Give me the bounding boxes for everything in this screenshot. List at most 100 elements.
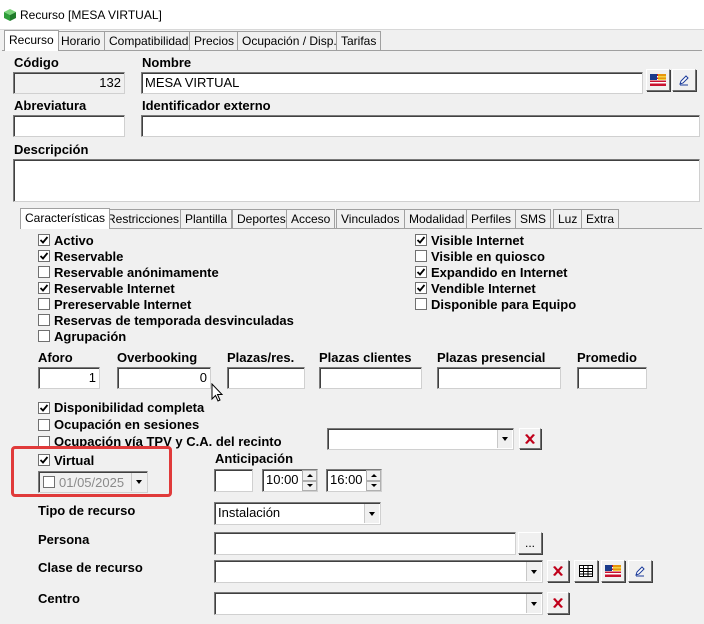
tab-horario[interactable]: Horario <box>56 31 106 51</box>
checkbox-reservable[interactable]: Reservable <box>38 248 398 264</box>
checkbox-label: Prereservable Internet <box>54 296 192 312</box>
checkmark-icon <box>416 236 426 244</box>
date-enable-checkbox[interactable] <box>43 476 55 488</box>
checkbox-box[interactable] <box>38 266 50 278</box>
virtual-date-picker[interactable]: 01/05/2025 <box>38 471 148 493</box>
clear-tpv-button[interactable] <box>519 428 541 449</box>
translate-flag-button-2[interactable] <box>601 560 625 582</box>
centro-select[interactable] <box>214 592 543 615</box>
checkbox-box[interactable] <box>415 234 427 246</box>
clase-recurso-select[interactable] <box>214 560 543 583</box>
translate-flag-button[interactable] <box>646 69 670 91</box>
persona-field[interactable] <box>214 532 516 555</box>
checkbox-box[interactable] <box>415 282 427 294</box>
time-to-spinner[interactable] <box>366 470 381 491</box>
subtab-modalidad[interactable]: Modalidad <box>404 209 470 229</box>
promedio-field[interactable] <box>577 367 647 389</box>
anticipacion-field[interactable] <box>214 469 253 492</box>
codigo-field[interactable]: 132 <box>13 72 125 94</box>
spin-up-icon[interactable] <box>302 470 317 481</box>
tab-recurso[interactable]: Recurso <box>4 30 59 51</box>
checkbox-box[interactable] <box>38 418 50 431</box>
checkbox-box[interactable] <box>38 298 50 310</box>
abreviatura-field[interactable] <box>13 115 125 137</box>
identificador-field[interactable] <box>141 115 700 137</box>
checkbox-agrupacion[interactable]: Agrupación <box>38 328 398 344</box>
time-to-field[interactable]: 16:00 <box>326 469 382 492</box>
edit-pencil-button-2[interactable] <box>628 560 652 582</box>
aforo-field[interactable]: 1 <box>38 367 100 389</box>
clear-clase-button[interactable] <box>547 560 569 582</box>
checkbox-label: Activo <box>54 232 94 248</box>
checkbox-reservable-anonimamente[interactable]: Reservable anónimamente <box>38 264 398 280</box>
persona-browse-button[interactable]: ... <box>518 532 542 554</box>
subtab-label: Perfiles <box>471 212 512 226</box>
plazas-res-field[interactable] <box>227 367 305 389</box>
time-from-spinner[interactable] <box>302 470 317 491</box>
subtab-extra[interactable]: Extra <box>581 209 620 229</box>
checkbox-activo[interactable]: Activo <box>38 232 398 248</box>
checkbox-visible-quiosco[interactable]: Visible en quiosco <box>415 248 695 264</box>
subtab-acceso[interactable]: Acceso <box>286 209 336 229</box>
checkmark-icon <box>39 252 49 260</box>
checkbox-prereservable-internet[interactable]: Prereservable Internet <box>38 296 398 312</box>
checkmark-icon <box>39 456 49 464</box>
centro-label: Centro <box>38 591 80 606</box>
checkbox-virtual[interactable]: Virtual <box>38 452 94 468</box>
checkbox-box[interactable] <box>38 282 50 294</box>
flag-icon <box>650 74 666 86</box>
codigo-label: Código <box>14 55 59 70</box>
checkbox-reservable-internet[interactable]: Reservable Internet <box>38 280 398 296</box>
aforo-label: Aforo <box>38 350 73 365</box>
tpv-recinto-select[interactable] <box>327 428 514 450</box>
descripcion-field[interactable] <box>13 159 700 202</box>
tab-tarifas[interactable]: Tarifas <box>336 31 382 51</box>
tab-label: Ocupación / Disp. <box>242 34 337 48</box>
tab-precios[interactable]: Precios <box>189 31 240 51</box>
subtab-vinculados[interactable]: Vinculados <box>336 209 405 229</box>
chevron-down-icon[interactable] <box>364 504 379 523</box>
subtab-sms[interactable]: SMS <box>515 209 552 229</box>
subtab-perfiles[interactable]: Perfiles <box>466 209 517 229</box>
checkbox-box[interactable] <box>415 250 427 262</box>
checkbox-vendible-internet[interactable]: Vendible Internet <box>415 280 695 296</box>
nombre-field[interactable]: MESA VIRTUAL <box>141 72 643 94</box>
time-from-field[interactable]: 10:00 <box>262 469 318 492</box>
checkbox-box[interactable] <box>38 250 50 262</box>
tipo-recurso-select[interactable]: Instalación <box>214 502 381 525</box>
checkbox-box[interactable] <box>38 401 50 414</box>
tab-compatibilidad[interactable]: Compatibilidad <box>104 31 194 51</box>
checkbox-box[interactable] <box>38 234 50 246</box>
checkbox-ocupacion-sesiones[interactable]: Ocupación en sesiones <box>38 416 338 433</box>
grid-table-button[interactable] <box>574 560 598 582</box>
checkbox-visible-internet[interactable]: Visible Internet <box>415 232 695 248</box>
plazas-clientes-field[interactable] <box>319 367 422 389</box>
calendar-dropdown-icon[interactable] <box>131 473 146 491</box>
chevron-down-icon[interactable] <box>526 562 541 581</box>
checkbox-box[interactable] <box>415 266 427 278</box>
edit-pencil-button[interactable] <box>672 69 696 91</box>
checkbox-box[interactable] <box>38 454 50 466</box>
subtab-plantilla[interactable]: Plantilla <box>180 209 233 229</box>
overbooking-field[interactable]: 0 <box>117 367 211 389</box>
chevron-down-icon[interactable] <box>526 594 541 613</box>
spin-up-icon[interactable] <box>366 470 381 481</box>
checkbox-box[interactable] <box>38 330 50 342</box>
subtab-label: Vinculados <box>341 212 400 226</box>
spin-down-icon[interactable] <box>302 480 317 491</box>
chevron-down-icon[interactable] <box>497 430 512 448</box>
spin-down-icon[interactable] <box>366 480 381 491</box>
checkbox-box[interactable] <box>38 314 50 326</box>
subtab-restricciones[interactable]: Restricciones <box>102 209 185 229</box>
subtab-deportes[interactable]: Deportes <box>232 209 291 229</box>
tab-ocupacion[interactable]: Ocupación / Disp. <box>237 31 342 51</box>
checkbox-reservas-temporada[interactable]: Reservas de temporada desvinculadas <box>38 312 398 328</box>
checkbox-box[interactable] <box>415 298 427 310</box>
subtab-luz[interactable]: Luz <box>553 209 583 229</box>
plazas-presencial-field[interactable] <box>437 367 561 389</box>
subtab-caracteristicas[interactable]: Características <box>20 208 111 229</box>
clear-centro-button[interactable] <box>547 592 569 614</box>
checkbox-disponibilidad-completa[interactable]: Disponibilidad completa <box>38 399 338 416</box>
checkbox-expandido-internet[interactable]: Expandido en Internet <box>415 264 695 280</box>
checkbox-disponible-equipo[interactable]: Disponible para Equipo <box>415 296 695 312</box>
